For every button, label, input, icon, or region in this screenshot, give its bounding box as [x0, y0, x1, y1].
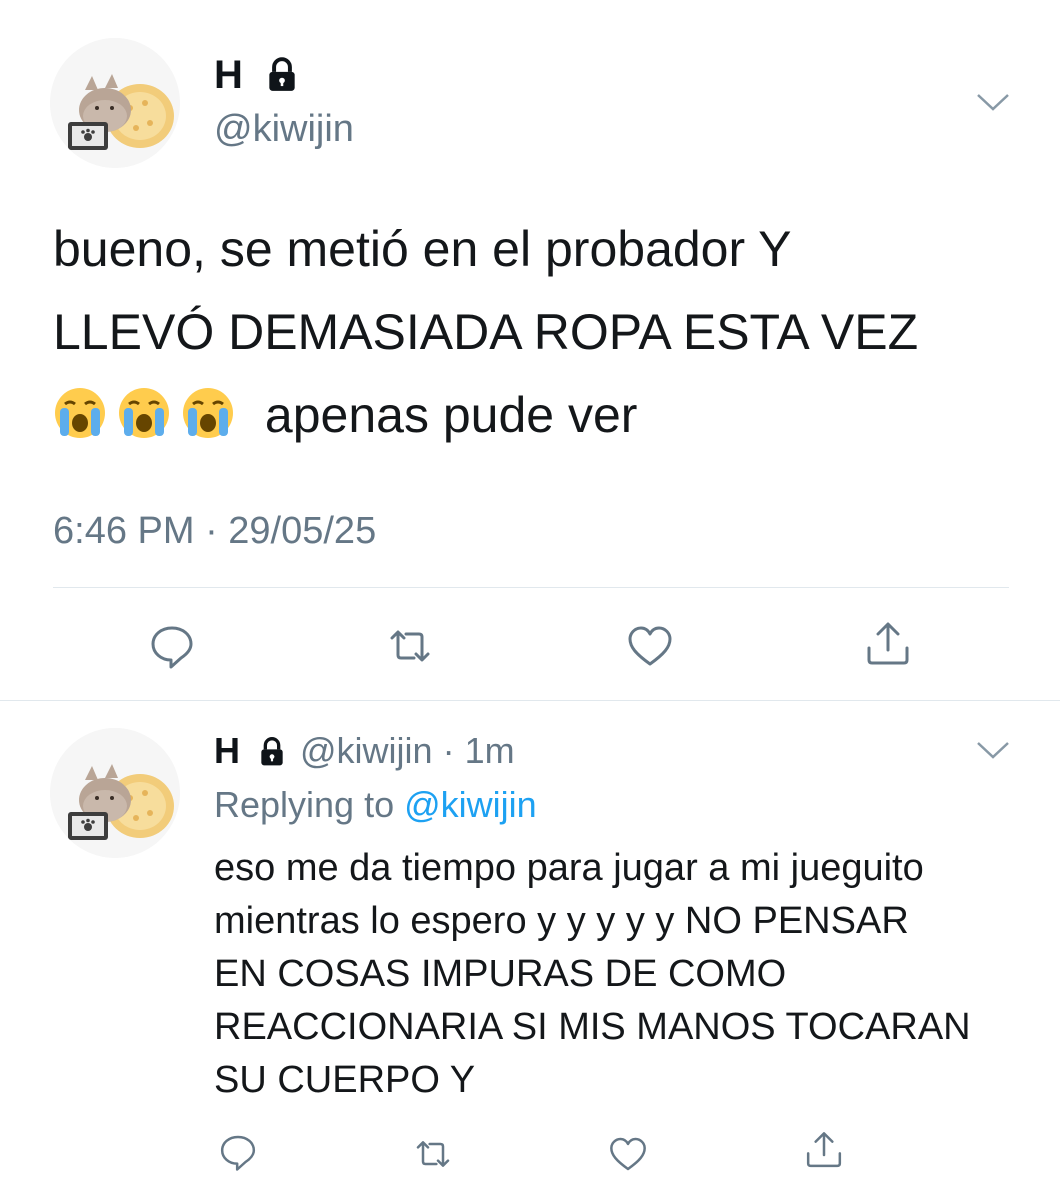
reply-time[interactable]: 1m — [465, 730, 515, 772]
replying-prefix: Replying to — [214, 784, 405, 825]
reply-display-name[interactable]: H — [214, 730, 240, 772]
section-divider — [0, 700, 1060, 701]
reply-handle[interactable]: @kiwijin — [300, 730, 433, 772]
timestamp[interactable]: 6:46 PM · 29/05/25 — [53, 510, 376, 553]
reply-avatar[interactable] — [50, 728, 180, 858]
retweet-icon[interactable] — [413, 1134, 453, 1174]
retweet-icon[interactable] — [386, 622, 434, 670]
tweet-text-tail: apenas pude ver — [264, 387, 638, 443]
crying-face-icon — [117, 382, 171, 438]
tweet-text-line: LLEVÓ DEMASIADA ROPA ESTA VEZ — [53, 304, 919, 360]
like-icon[interactable] — [608, 1134, 648, 1174]
crying-face-icon — [181, 382, 235, 438]
reply-icon[interactable] — [218, 1132, 258, 1172]
chevron-down-icon[interactable] — [976, 92, 1010, 112]
reply-text-line: mientras lo espero y y y y y NO PENSAR — [214, 900, 909, 942]
divider — [53, 587, 1009, 588]
reply-text: eso me da tiempo para jugar a mi jueguit… — [214, 842, 1014, 1107]
replying-to: Replying to @kiwijin — [214, 784, 537, 826]
display-name[interactable]: H — [214, 55, 243, 95]
reply-header: H @kiwijin · 1m — [214, 730, 515, 772]
tweet-text-line: bueno, se metió en el probador Y — [53, 221, 792, 277]
reply-text-line: SU CUERPO Y — [214, 1059, 476, 1101]
chevron-down-icon[interactable] — [976, 740, 1010, 760]
share-icon[interactable] — [864, 620, 912, 668]
crying-face-icon — [53, 382, 107, 438]
reply-icon[interactable] — [148, 622, 196, 670]
reply-text-line: REACCIONARIA SI MIS MANOS TOCARAN — [214, 1006, 971, 1048]
reply-text-line: eso me da tiempo para jugar a mi jueguit… — [214, 847, 924, 889]
lock-icon — [263, 56, 301, 94]
handle[interactable]: @kiwijin — [214, 108, 354, 151]
tweet-text: bueno, se metió en el probador Y LLEVÓ D… — [53, 208, 1013, 457]
avatar[interactable] — [50, 38, 180, 168]
reply-text-line: EN COSAS IMPURAS DE COMO — [214, 953, 787, 995]
like-icon[interactable] — [626, 622, 674, 670]
tweet-text-line: apenas pude ver — [53, 374, 1013, 457]
replying-mention[interactable]: @kiwijin — [404, 784, 537, 825]
share-icon[interactable] — [804, 1130, 844, 1170]
lock-icon — [256, 735, 288, 767]
separator: · — [432, 730, 465, 771]
